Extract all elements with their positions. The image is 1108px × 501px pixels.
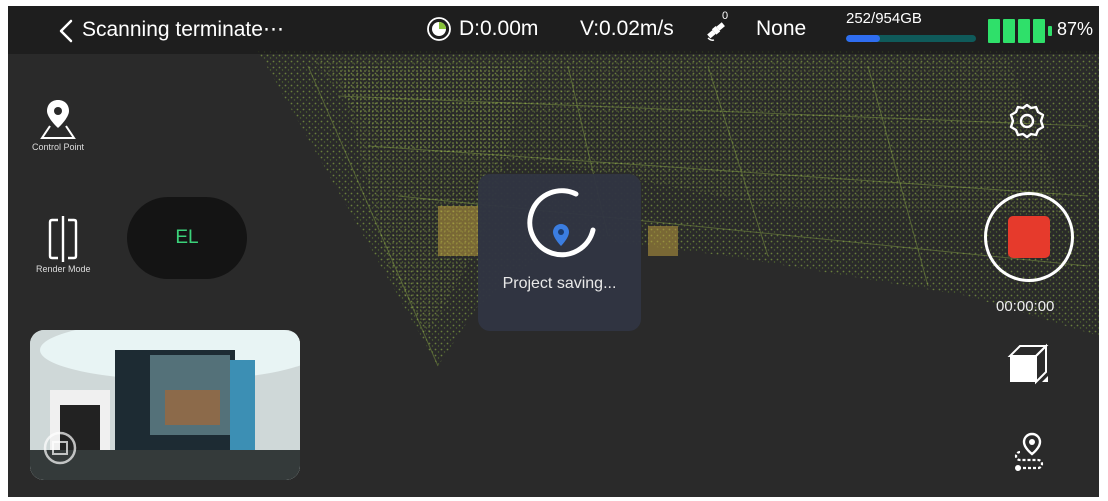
battery-percent: 87% — [1057, 19, 1094, 39]
distance-readout: D:0.00m — [459, 17, 539, 40]
storage-fill — [846, 35, 881, 42]
map-pin-icon — [40, 100, 76, 139]
scan-screen: Scanning terminate⋯ D:0.00m V:0.02m/s 0 … — [8, 6, 1099, 497]
back-arrow-icon[interactable] — [52, 16, 82, 46]
saving-dialog: Project saving... — [478, 174, 641, 331]
stop-icon — [1008, 216, 1050, 258]
el-toggle-button[interactable]: EL — [127, 197, 247, 279]
render-mode-icon — [49, 216, 78, 262]
distance-icon — [427, 17, 451, 41]
loading-spinner-icon — [527, 188, 596, 258]
satellite-count: 0 — [722, 10, 729, 22]
camera-preview[interactable] — [30, 330, 300, 480]
storage-bar — [846, 35, 976, 42]
record-button[interactable] — [984, 192, 1074, 282]
project-title: Scanning terminate⋯ — [82, 18, 284, 41]
rtk-status: None — [756, 17, 807, 40]
battery-icon — [988, 19, 1052, 43]
status-bar: Scanning terminate⋯ D:0.00m V:0.02m/s 0 … — [8, 6, 1099, 54]
render-mode-button[interactable]: Render Mode — [36, 216, 91, 274]
route-icon[interactable] — [1008, 432, 1048, 472]
control-point-button[interactable]: Control Point — [32, 96, 84, 152]
storage-text: 252/954GB — [846, 10, 922, 27]
render-mode-label: Render Mode — [36, 264, 91, 274]
settings-gear-icon[interactable] — [1008, 102, 1046, 140]
velocity-readout: V:0.02m/s — [580, 17, 674, 40]
record-timer: 00:00:00 — [996, 298, 1055, 315]
saving-message: Project saving... — [502, 275, 617, 292]
control-point-label: Control Point — [32, 142, 85, 152]
satellite-icon — [707, 22, 725, 41]
3d-view-cube-icon[interactable] — [1006, 342, 1050, 386]
camera-switch-icon[interactable] — [42, 430, 78, 466]
